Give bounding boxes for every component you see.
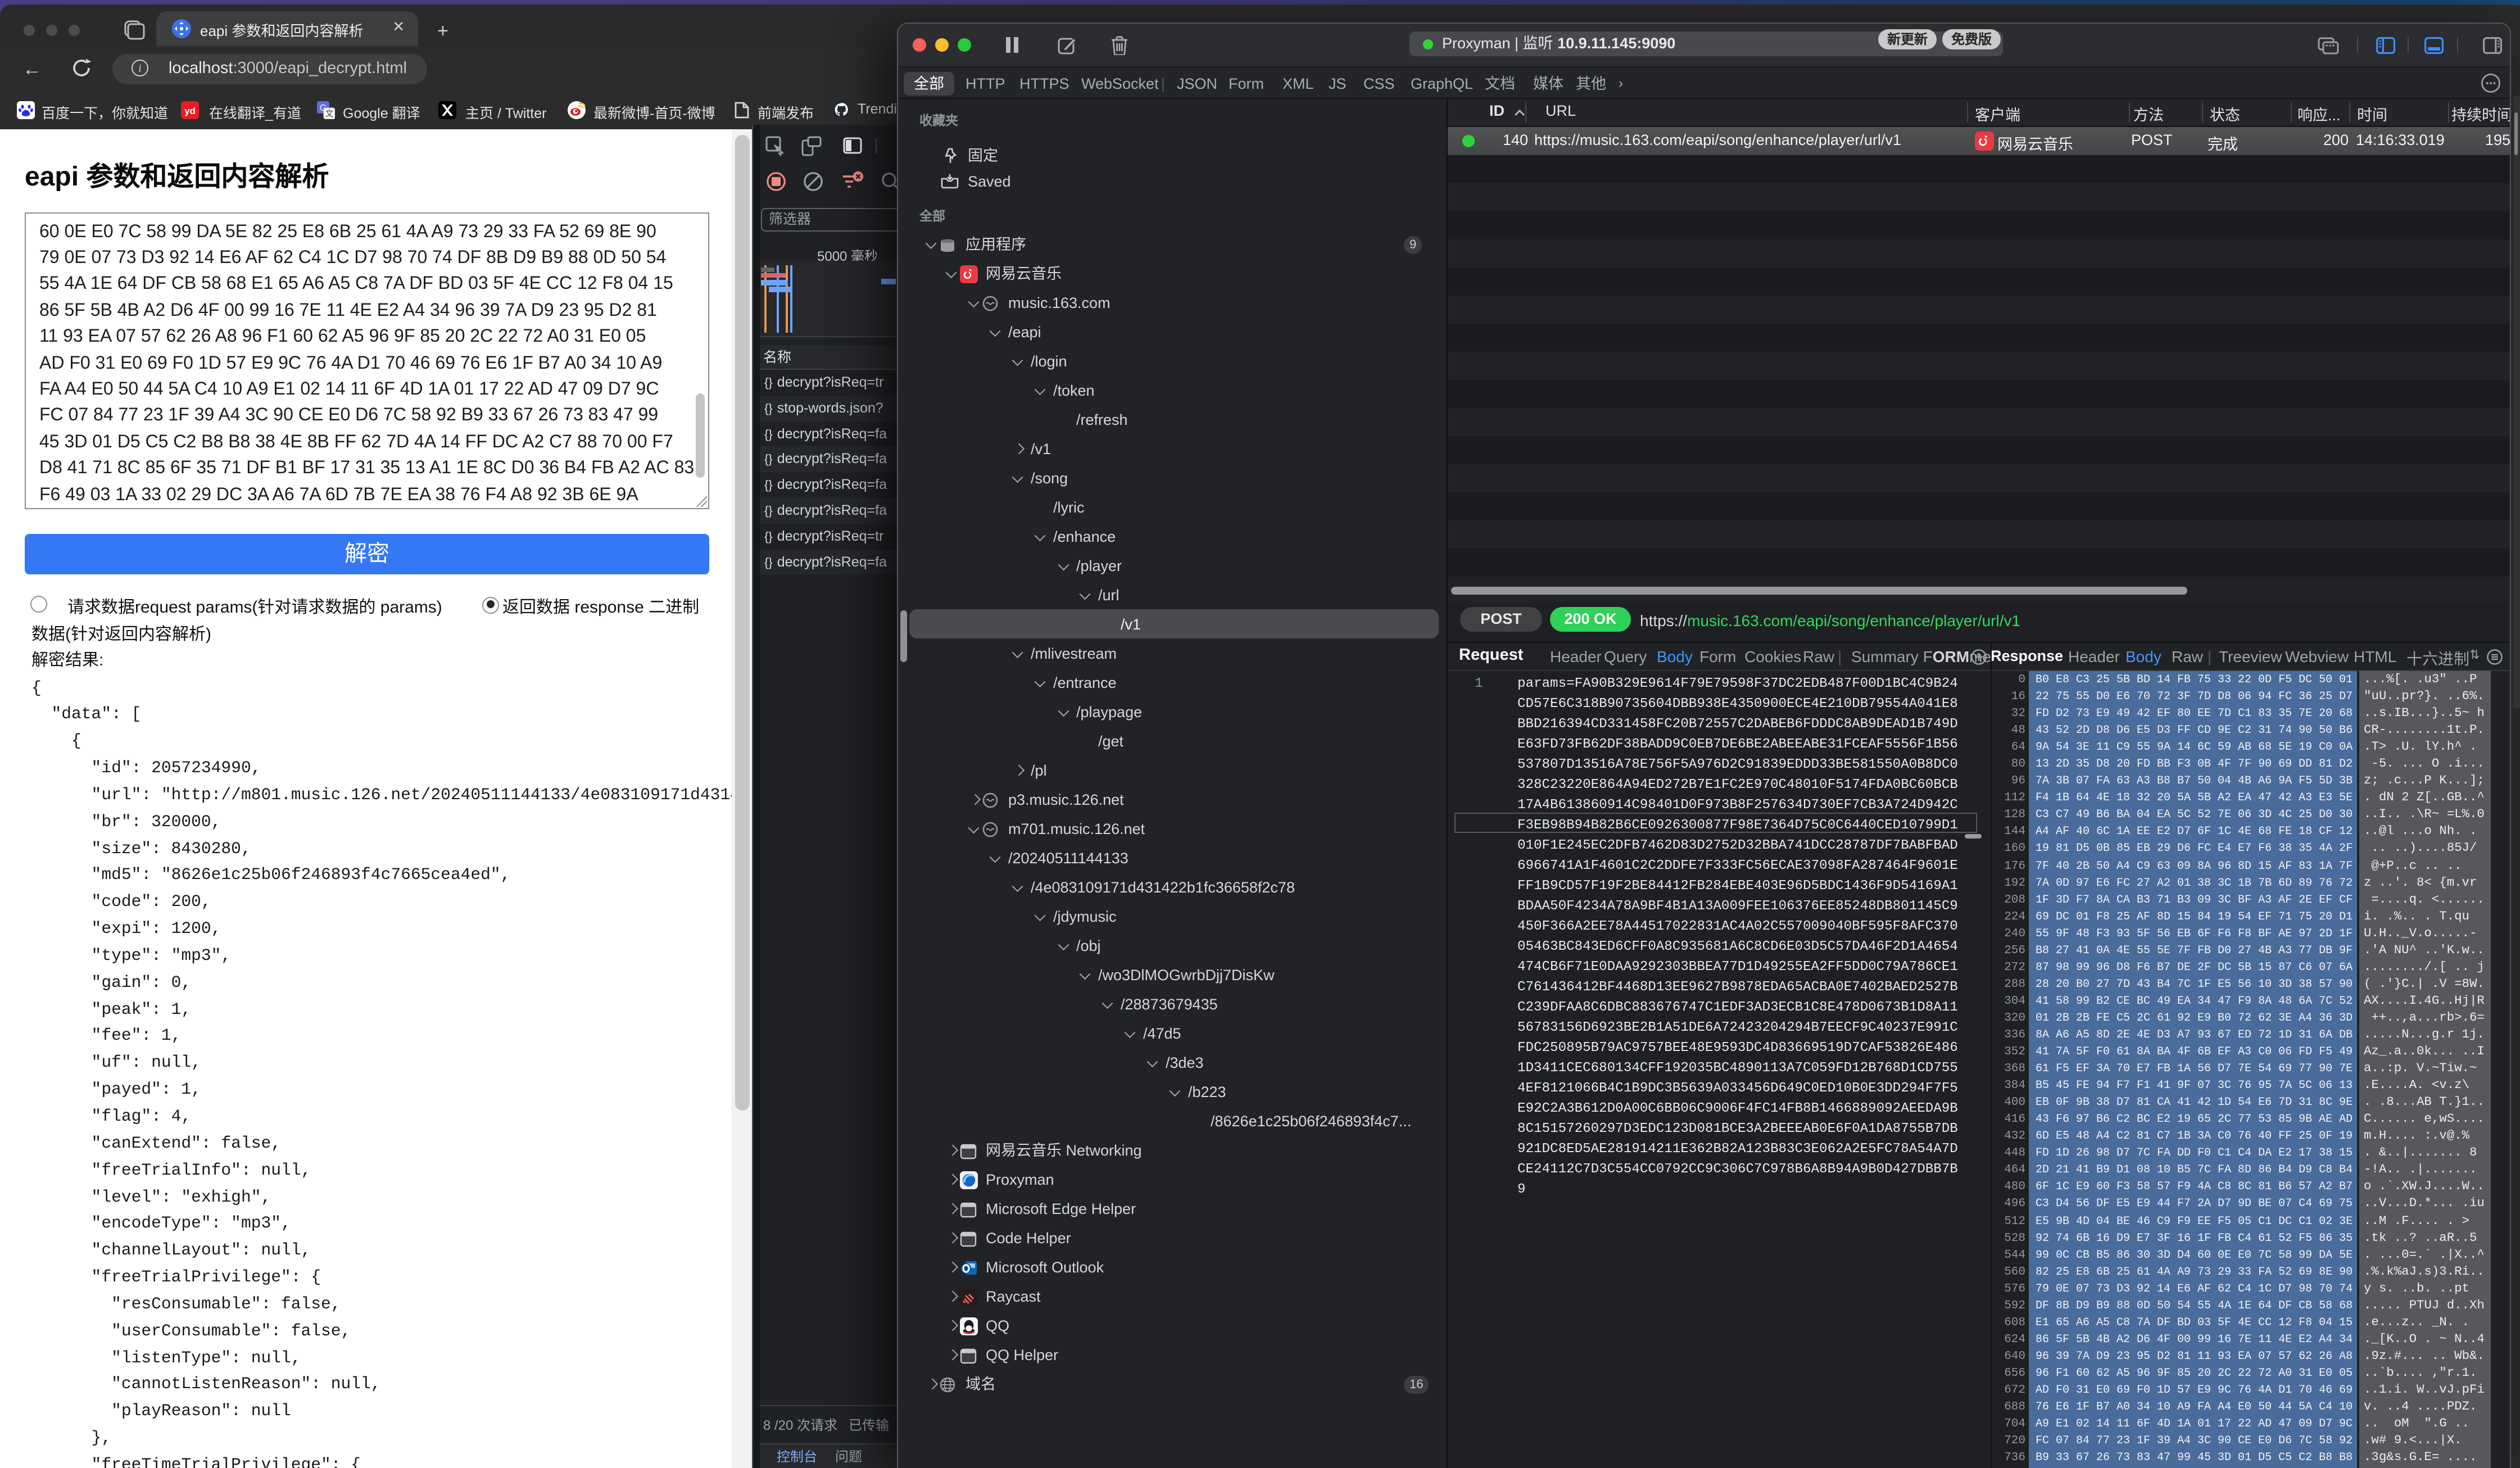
svg-text:yd: yd [184,105,196,116]
svg-text:文: 文 [325,108,333,118]
